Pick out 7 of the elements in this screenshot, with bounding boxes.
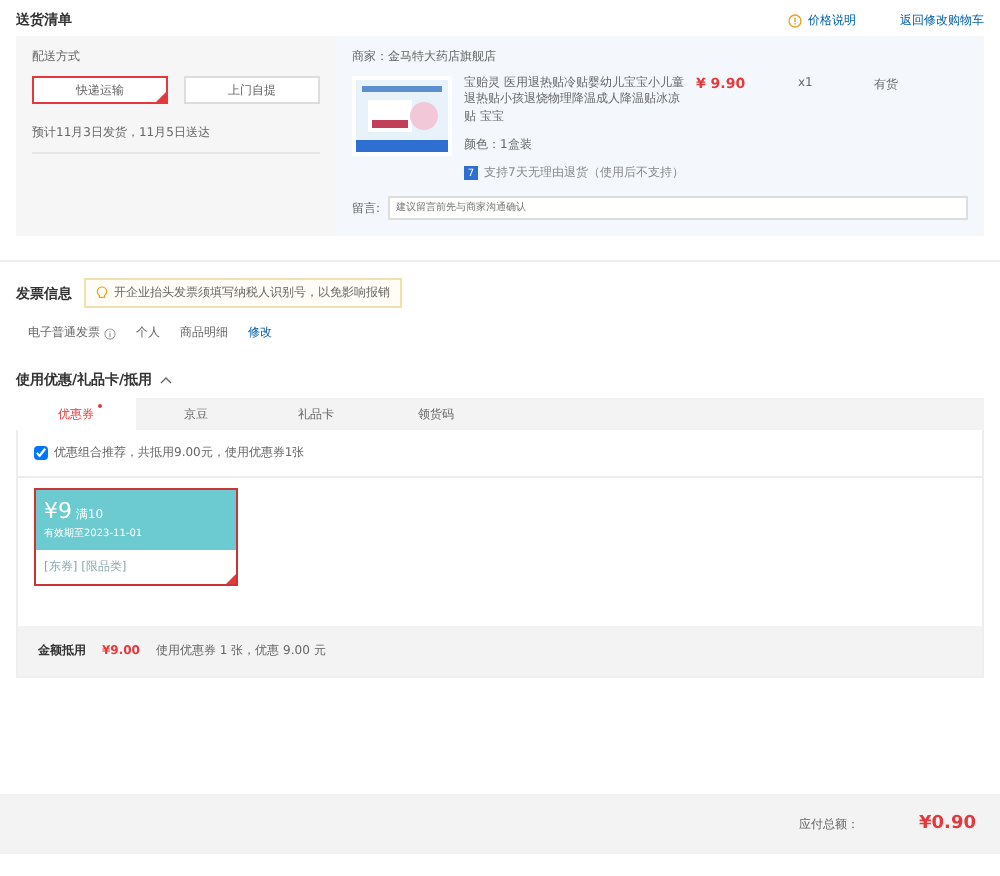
total-amount: ¥0.90 xyxy=(919,814,976,834)
recommend-checkbox[interactable] xyxy=(34,446,48,460)
coupon-amount: ¥9 xyxy=(44,498,72,524)
info-icon[interactable] xyxy=(104,327,116,339)
collapse-icon[interactable] xyxy=(160,376,173,384)
info-icon xyxy=(788,13,802,27)
lightbulb-icon xyxy=(96,286,108,300)
